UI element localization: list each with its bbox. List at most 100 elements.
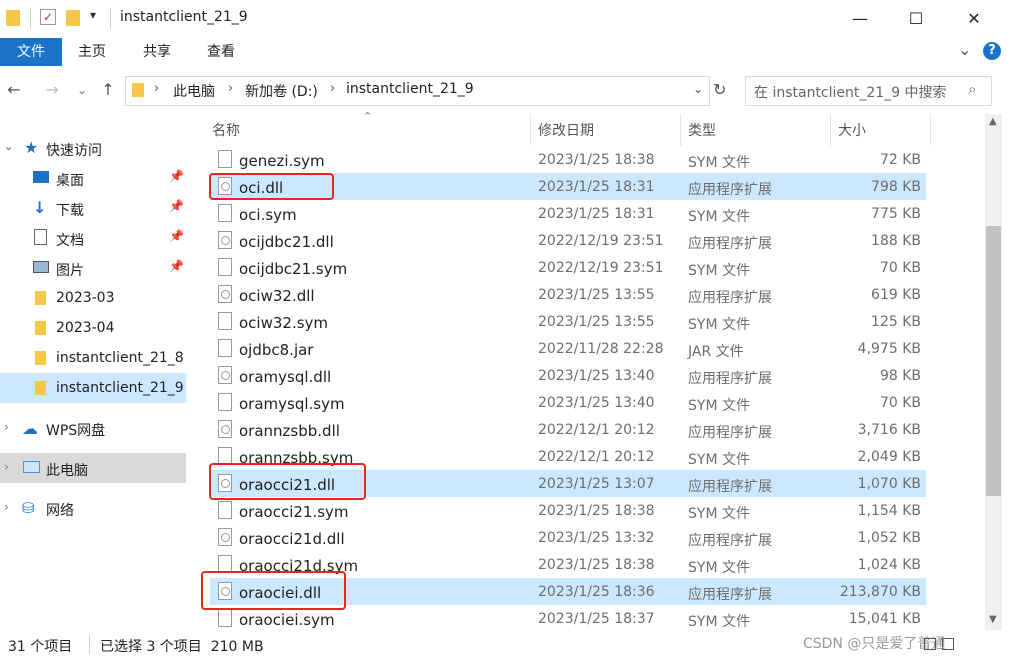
thumbnail-view-icon[interactable] xyxy=(942,638,954,650)
pin-icon[interactable]: 📌 xyxy=(169,259,184,273)
file-icon xyxy=(218,393,232,411)
file-row[interactable]: oramysql.sym 2023/1/25 13:40 SYM 文件 70 KB xyxy=(210,389,926,416)
file-row[interactable]: oci.sym 2023/1/25 18:31 SYM 文件 775 KB xyxy=(210,200,926,227)
file-size: 72 KB xyxy=(879,152,921,168)
sort-ascending-icon: ⌃ xyxy=(363,110,373,123)
new-folder-icon[interactable] xyxy=(66,10,80,26)
nav-item-desktop[interactable]: 桌面 📌 xyxy=(0,163,186,193)
file-size: 70 KB xyxy=(879,260,921,276)
window-title: instantclient_21_9 xyxy=(120,9,248,25)
file-date: 2022/12/1 20:12 xyxy=(538,422,655,438)
nav-item-documents[interactable]: 文档 📌 xyxy=(0,223,186,253)
file-row[interactable]: ocijdbc21.sym 2022/12/19 23:51 SYM 文件 70 KB xyxy=(210,254,926,281)
file-name: oci.sym xyxy=(239,206,297,224)
file-date: 2023/1/25 13:55 xyxy=(538,314,655,330)
folder-icon xyxy=(35,321,46,335)
close-button[interactable]: ✕ xyxy=(946,0,1002,36)
file-size: 1,070 KB xyxy=(857,476,921,492)
file-date: 2023/1/25 13:55 xyxy=(538,287,655,303)
folder-icon xyxy=(132,83,144,97)
pin-icon[interactable]: 📌 xyxy=(169,169,184,183)
file-size: 15,041 KB xyxy=(848,611,921,627)
file-row[interactable]: oraocci21.sym 2023/1/25 18:38 SYM 文件 1,154 … xyxy=(210,497,926,524)
nav-network[interactable]: 网络 xyxy=(46,500,74,520)
file-row[interactable]: genezi.sym 2023/1/25 18:38 SYM 文件 72 KB xyxy=(210,146,926,173)
breadcrumb-folder[interactable]: instantclient_21_9 xyxy=(346,81,474,97)
pin-icon[interactable]: 📌 xyxy=(169,229,184,243)
chevron-down-icon[interactable]: ⌄ xyxy=(4,140,13,153)
refresh-icon[interactable]: ↻ xyxy=(713,80,726,99)
column-header-size[interactable]: 大小 xyxy=(838,120,866,140)
nav-item-label: 2023-04 xyxy=(56,320,115,336)
scroll-down-button[interactable]: ▼ xyxy=(989,614,997,625)
file-type: SYM 文件 xyxy=(688,155,750,171)
file-date: 2023/1/25 18:37 xyxy=(538,611,655,627)
status-item-count: 31 个项目 xyxy=(8,639,73,655)
nav-item-2023-03[interactable]: 2023-03 xyxy=(0,283,186,313)
file-type: SYM 文件 xyxy=(688,398,750,414)
file-row[interactable]: oraocci21d.dll 2023/1/25 13:32 应用程序扩展 1,052… xyxy=(210,524,926,551)
nav-item-downloads[interactable]: ↓ 下载 📌 xyxy=(0,193,186,223)
breadcrumb-drive[interactable]: 新加卷 (D:) xyxy=(245,81,318,101)
file-row[interactable]: ojdbc8.jar 2022/11/28 22:28 JAR 文件 4,975 KB xyxy=(210,335,926,362)
divider xyxy=(110,8,111,28)
forward-button[interactable]: → xyxy=(40,78,64,102)
tab-share[interactable]: 共享 xyxy=(131,38,183,66)
chevron-right-icon[interactable]: › xyxy=(4,460,9,474)
properties-icon[interactable]: ✓ xyxy=(40,9,56,25)
quick-access-toolbar-dropdown[interactable]: ▾ xyxy=(90,8,96,22)
nav-item-instantclient-21-8[interactable]: instantclient_21_8 xyxy=(0,343,186,373)
up-button[interactable]: ↑ xyxy=(96,78,120,102)
minimize-button[interactable]: — xyxy=(832,0,888,36)
tab-view[interactable]: 查看 xyxy=(195,38,247,66)
column-header-name[interactable]: 名称 xyxy=(212,120,240,140)
file-date: 2023/1/25 13:40 xyxy=(538,395,655,411)
picture-icon xyxy=(33,261,49,273)
nav-this-pc[interactable]: › 此电脑 xyxy=(0,453,186,483)
details-view-icon[interactable] xyxy=(924,638,936,650)
search-input[interactable]: 在 instantclient_21_9 中搜索 xyxy=(754,82,947,102)
recent-locations-dropdown[interactable]: ⌄ xyxy=(70,78,94,102)
chevron-right-icon[interactable]: › xyxy=(4,420,9,434)
search-icon[interactable]: ⌕ xyxy=(968,80,976,98)
file-size: 188 KB xyxy=(871,233,921,249)
nav-wps-drive[interactable]: WPS网盘 xyxy=(46,420,105,440)
file-row[interactable]: ociw32.sym 2023/1/25 13:55 SYM 文件 125 KB xyxy=(210,308,926,335)
help-button[interactable]: ? xyxy=(983,42,1001,60)
ribbon-expand-button[interactable]: ⌄ xyxy=(958,40,971,59)
folder-icon xyxy=(35,291,46,305)
file-row[interactable]: ociw32.dll 2023/1/25 13:55 应用程序扩展 619 KB xyxy=(210,281,926,308)
file-name: orannzsbb.dll xyxy=(239,422,340,440)
breadcrumb-this-pc[interactable]: 此电脑 xyxy=(173,81,215,101)
dll-file-icon xyxy=(218,231,232,249)
file-row[interactable]: ocijdbc21.dll 2022/12/19 23:51 应用程序扩展 188 K… xyxy=(210,227,926,254)
scroll-up-button[interactable]: ▲ xyxy=(989,116,997,127)
column-header-type[interactable]: 类型 xyxy=(688,120,716,140)
scrollbar-thumb[interactable] xyxy=(986,226,1001,496)
file-row[interactable]: orannzsbb.dll 2022/12/1 20:12 应用程序扩展 3,716 … xyxy=(210,416,926,443)
chevron-right-icon[interactable]: › xyxy=(4,500,9,514)
address-dropdown[interactable]: ⌄ xyxy=(693,82,703,96)
tab-file[interactable]: 文件 xyxy=(0,38,62,66)
maximize-button[interactable]: ☐ xyxy=(888,0,944,36)
nav-item-2023-04[interactable]: 2023-04 xyxy=(0,313,186,343)
nav-item-label: instantclient_21_9 xyxy=(56,380,184,396)
nav-quick-access[interactable]: 快速访问 xyxy=(46,140,102,160)
column-divider[interactable] xyxy=(680,114,681,146)
file-type: SYM 文件 xyxy=(688,506,750,522)
nav-item-instantclient-21-9[interactable]: instantclient_21_9 xyxy=(0,373,186,403)
column-divider[interactable] xyxy=(530,114,531,146)
file-row[interactable]: oramysql.dll 2023/1/25 13:40 应用程序扩展 98 KB xyxy=(210,362,926,389)
back-button[interactable]: ← xyxy=(2,78,26,102)
dll-file-icon xyxy=(218,420,232,438)
column-divider[interactable] xyxy=(830,114,831,146)
star-icon: ★ xyxy=(24,138,39,157)
nav-item-pictures[interactable]: 图片 📌 xyxy=(0,253,186,283)
file-type: 应用程序扩展 xyxy=(688,236,772,252)
pin-icon[interactable]: 📌 xyxy=(169,199,184,213)
file-icon xyxy=(218,609,232,627)
column-divider[interactable] xyxy=(930,114,931,146)
column-header-date[interactable]: 修改日期 xyxy=(538,120,594,140)
tab-home[interactable]: 主页 xyxy=(66,38,118,66)
file-type: SYM 文件 xyxy=(688,263,750,279)
